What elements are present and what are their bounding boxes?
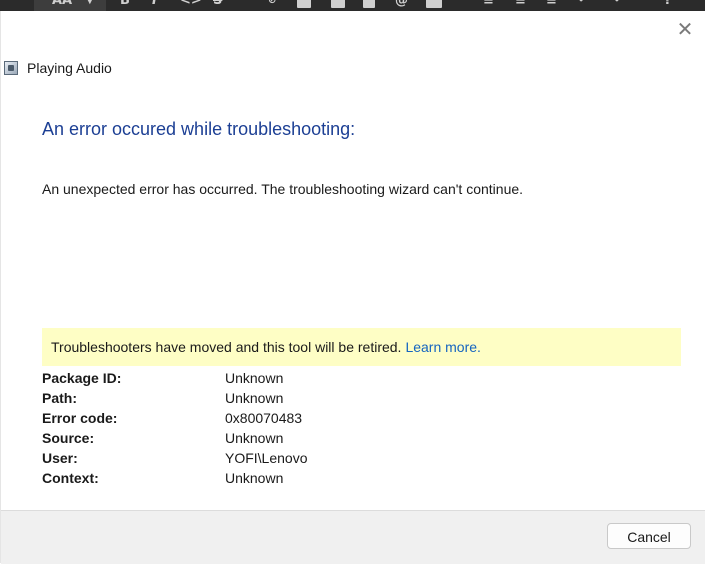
detail-value: Unknown — [225, 390, 284, 406]
close-icon[interactable]: ✕ — [673, 19, 697, 40]
help-icon[interactable]: ? — [664, 0, 672, 8]
detail-label: Error code: — [42, 410, 118, 426]
dialog-footer: Cancel — [1, 510, 705, 564]
detail-value: YOFI\Lenovo — [225, 450, 308, 466]
code-icon[interactable]: <> — [180, 0, 202, 8]
image-icon[interactable] — [297, 0, 311, 8]
italic-icon[interactable]: I — [152, 0, 157, 8]
redo-icon[interactable]: ↷ — [609, 0, 620, 8]
numbered-list-icon[interactable]: ≡ — [515, 0, 526, 8]
error-heading: An error occured while troubleshooting: — [42, 119, 356, 139]
align-icon[interactable]: ≡ — [546, 0, 557, 8]
table-icon[interactable] — [426, 0, 442, 8]
bookmark-icon[interactable] — [363, 0, 375, 8]
detail-value: Unknown — [225, 470, 284, 486]
error-details: Package ID: Unknown Path: Unknown Error … — [42, 368, 442, 488]
background-toolbar: AA ▼ B I <> S ⊘ @ ≡ ≡ ≡ ↶ ↷ ? — [0, 0, 705, 11]
cancel-button[interactable]: Cancel — [607, 523, 691, 549]
notice-text: Troubleshooters have moved and this tool… — [51, 339, 402, 355]
detail-row-package-id: Package ID: Unknown — [42, 368, 442, 388]
bold-icon[interactable]: B — [120, 0, 130, 8]
detail-label: User: — [42, 450, 78, 466]
dialog-title: Playing Audio — [27, 60, 112, 76]
detail-value: Unknown — [225, 370, 284, 386]
detail-label: Package ID: — [42, 370, 122, 386]
detail-row-user: User: YOFI\Lenovo — [42, 448, 442, 468]
detail-row-error-code: Error code: 0x80070483 — [42, 408, 442, 428]
detail-label: Context: — [42, 470, 99, 486]
troubleshooter-dialog: ✕ Playing Audio An error occured while t… — [0, 11, 705, 564]
detail-label: Source: — [42, 430, 95, 446]
error-message: An unexpected error has occurred. The tr… — [42, 181, 524, 197]
link-off-icon[interactable]: ⊘ — [268, 0, 276, 8]
font-size-icon[interactable]: AA — [52, 0, 72, 8]
detail-value: 0x80070483 — [225, 410, 303, 426]
detail-label: Path: — [42, 390, 77, 406]
troubleshooter-app-icon — [4, 61, 18, 75]
detail-row-context: Context: Unknown — [42, 468, 442, 488]
dialog-title-bar: Playing Audio — [4, 58, 112, 78]
strikethrough-icon[interactable]: S — [213, 0, 222, 8]
bullet-list-icon[interactable]: ≡ — [483, 0, 494, 8]
detail-row-source: Source: Unknown — [42, 428, 442, 448]
detail-row-path: Path: Unknown — [42, 388, 442, 408]
chevron-down-icon[interactable]: ▼ — [86, 0, 94, 8]
detail-value: Unknown — [225, 430, 284, 446]
attach-icon[interactable]: @ — [395, 0, 408, 8]
retirement-notice: Troubleshooters have moved and this tool… — [42, 328, 681, 366]
embed-icon[interactable] — [331, 0, 345, 8]
learn-more-link[interactable]: Learn more. — [405, 339, 480, 355]
undo-icon[interactable]: ↶ — [578, 0, 589, 8]
